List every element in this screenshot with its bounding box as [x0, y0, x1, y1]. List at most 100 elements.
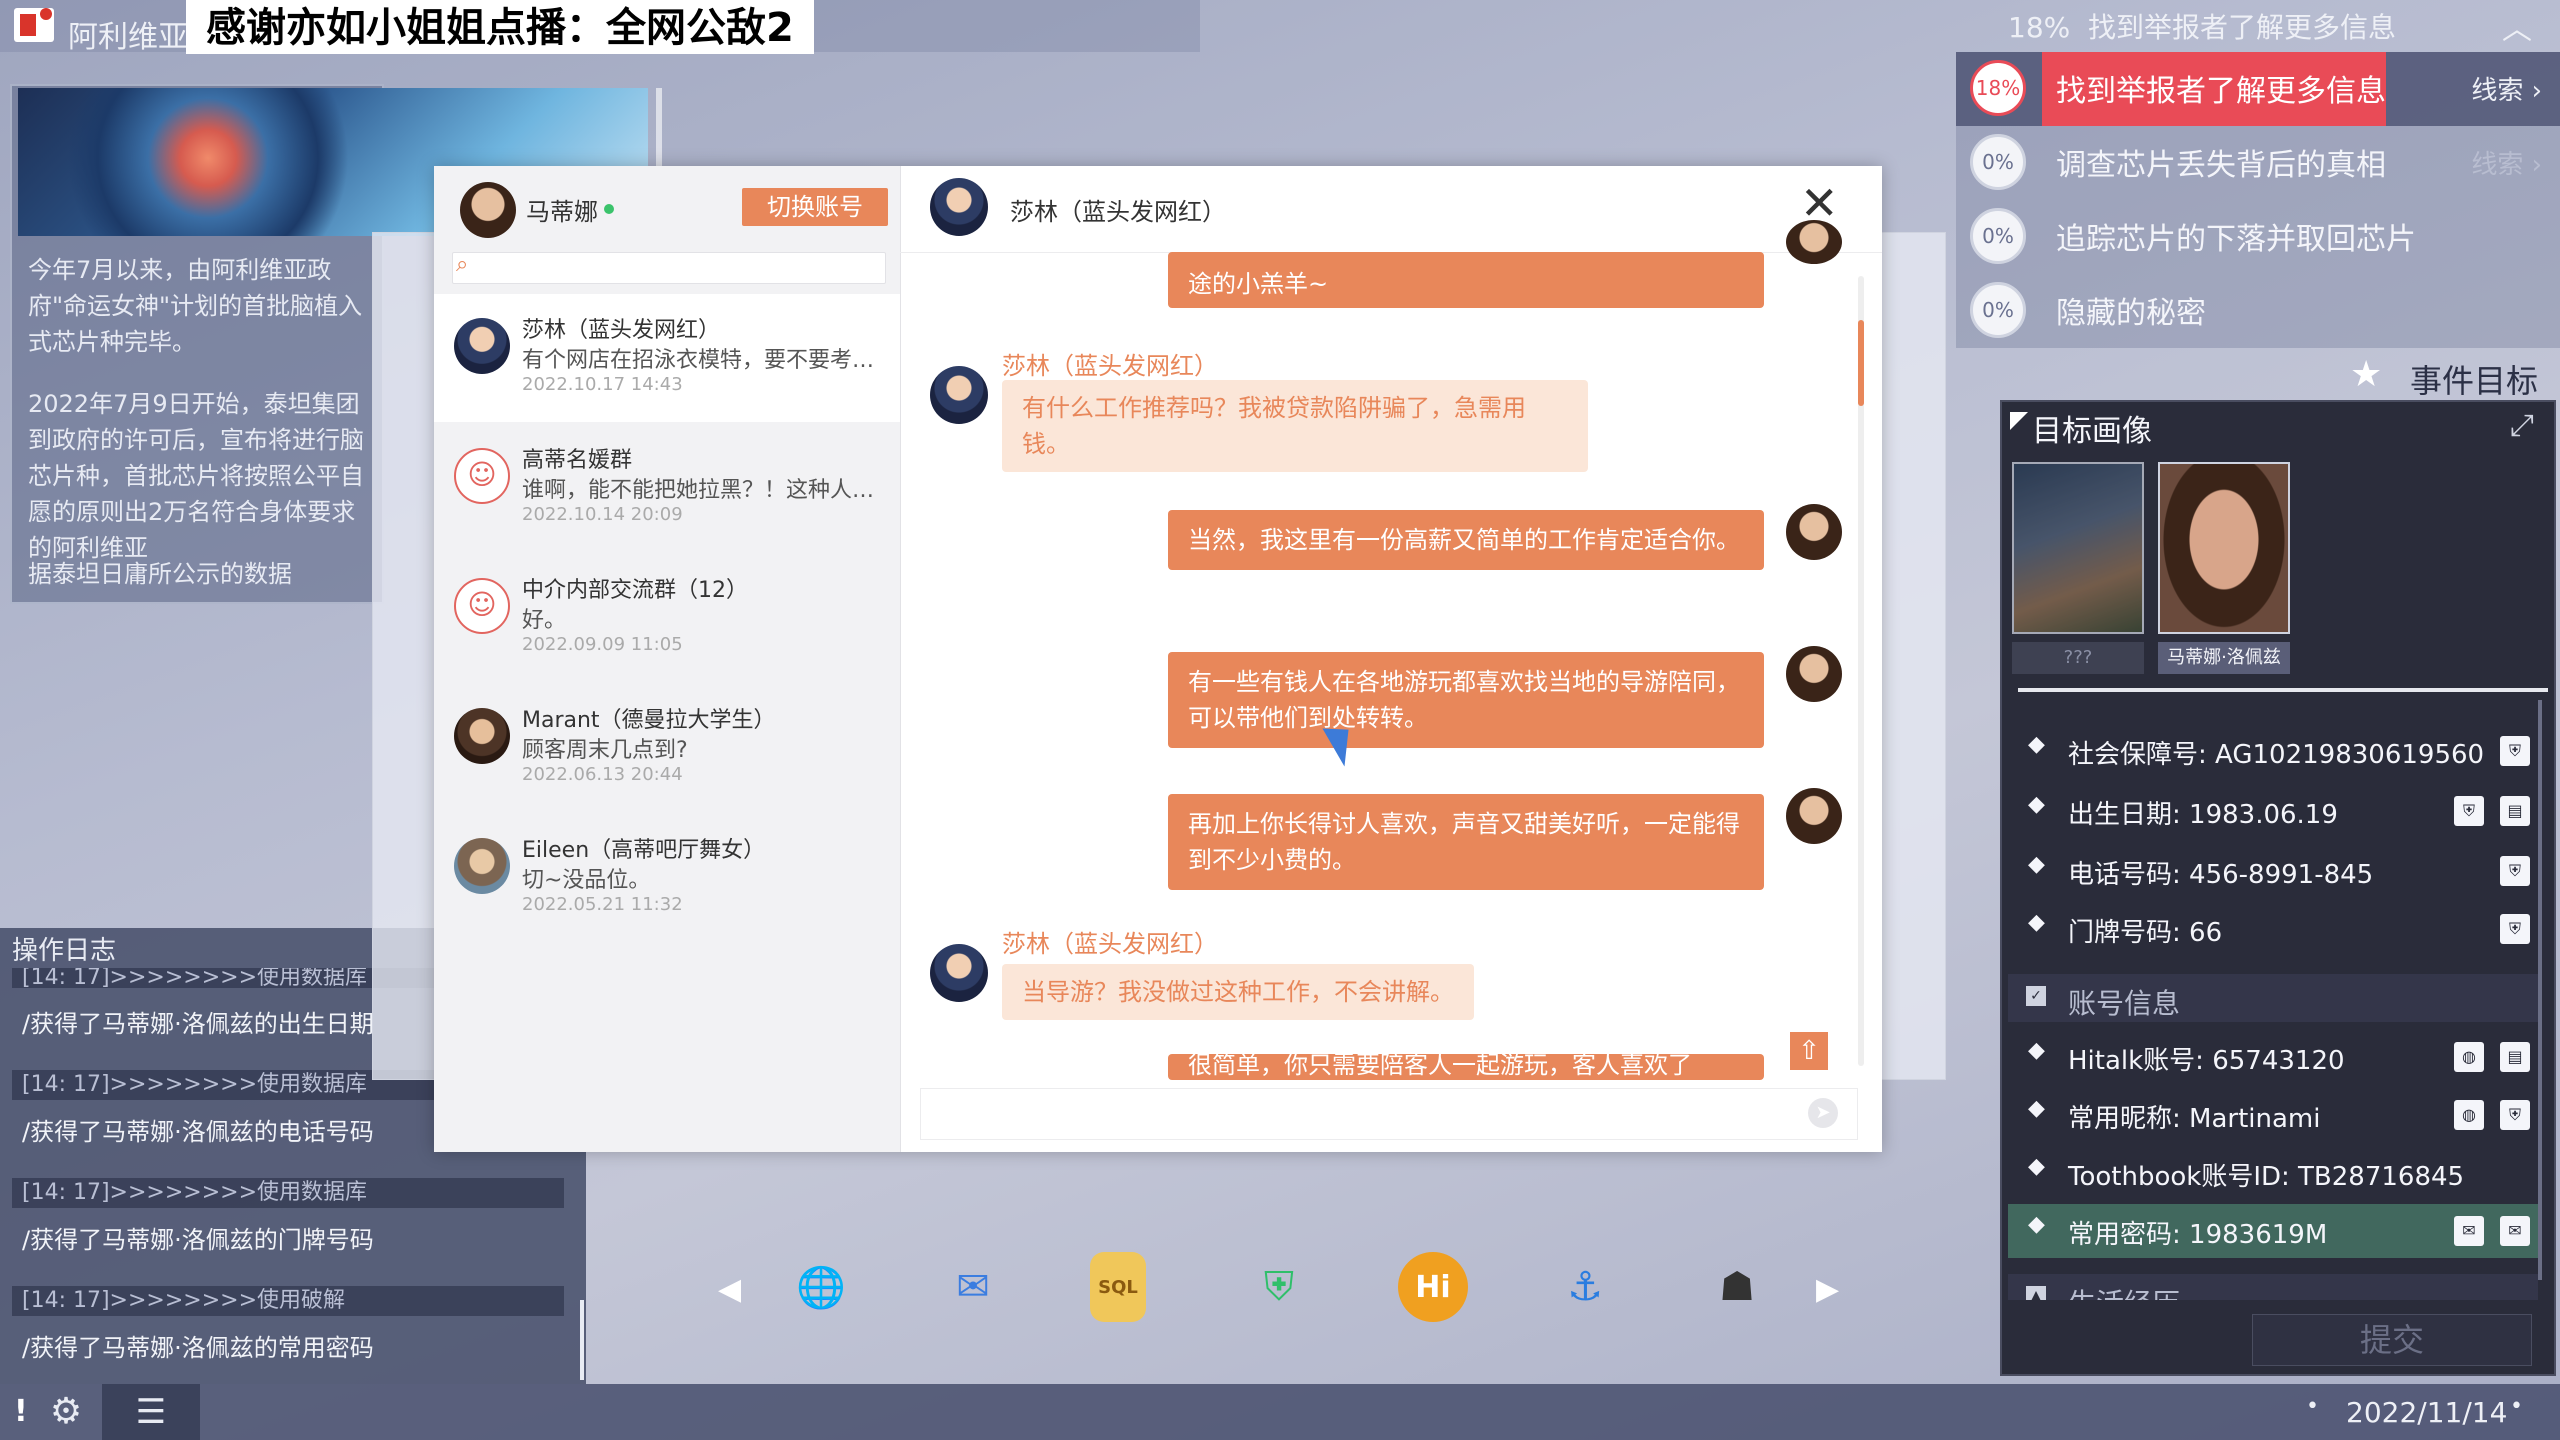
log-entry-body: /获得了马蒂娜·洛佩兹的常用密码 [22, 1334, 374, 1362]
section-title: 账号信息 [2068, 987, 2181, 1020]
settings-gear-icon[interactable]: ⚙ [40, 1390, 92, 1434]
partner-message-avatar [930, 944, 988, 1002]
hitalk-app-icon[interactable]: Hi [1398, 1252, 1468, 1322]
unknown-portrait[interactable] [2012, 462, 2144, 634]
contact-item[interactable]: ☺ 高蒂名媛群 谁啊，能不能把她拉黑？！这种人也能进群？ 2022.10.14 … [434, 424, 900, 552]
globe-tool-icon[interactable]: ◍ [2454, 1100, 2484, 1130]
objective-clue-link[interactable]: 线索 › [2471, 70, 2542, 107]
mail-tool-icon[interactable]: ✉ [2500, 1216, 2530, 1246]
info-text: 门牌号码: 66 [2068, 918, 2223, 948]
info-row: ◆ 常用昵称: Martinami ◍ ⛨ [2008, 1088, 2538, 1142]
life-experience-section[interactable]: ▲ 生活经历 [2008, 1274, 2538, 1300]
app-logo-icon [14, 8, 54, 42]
globe-app-icon[interactable]: 🌐 [786, 1252, 856, 1322]
info-text: 社会保障号: AG10219830619560 [2068, 740, 2485, 770]
scroll-to-top-icon[interactable]: ⇧ [1790, 1032, 1828, 1070]
dock-prev-arrow[interactable]: ◀ [718, 1272, 741, 1307]
outgoing-message: 再加上你长得讨人喜欢，声音又甜美好听，一定能得到不少小费的。 [1168, 794, 1764, 890]
section-title: 生活经历 [2068, 1282, 2180, 1300]
switch-account-button[interactable]: 切换账号 [742, 188, 888, 226]
fishhook-app-icon[interactable]: ⚓ [1550, 1252, 1620, 1322]
my-name: 马蒂娜 [526, 198, 598, 226]
shield-app-icon[interactable]: ⛨ [1244, 1252, 1314, 1322]
operation-log-scrollbar[interactable] [580, 1300, 584, 1380]
sql-app-icon[interactable]: SQL [1090, 1252, 1146, 1322]
objective-text: 调查芯片丢失背后的真相 [2056, 148, 2386, 183]
contact-item[interactable]: Eileen（高蒂吧厅舞女） 切~没品位。 2022.05.21 11:32 [434, 814, 900, 942]
objective-item[interactable]: 18% 找到举报者了解更多信息 线索 › [1956, 52, 2560, 126]
bullet-icon: ◆ [2028, 910, 2045, 935]
bullet-icon: ◆ [2028, 732, 2045, 757]
contact-name: Eileen（高蒂吧厅舞女） [522, 838, 766, 863]
hacker-hi-app-icon[interactable]: ☗ [1702, 1252, 1772, 1322]
chat-scrollbar-thumb[interactable] [1858, 320, 1864, 406]
close-icon[interactable]: ✕ [1800, 180, 1839, 226]
document-tool-icon[interactable]: ▤ [2500, 1042, 2530, 1072]
task-list-icon[interactable]: ☰ [102, 1384, 200, 1440]
objective-item[interactable]: 0% 隐藏的秘密 [1956, 274, 2560, 348]
send-icon[interactable]: ➤ [1808, 1098, 1838, 1128]
contact-name: 中介内部交流群（12） [522, 578, 748, 603]
document-tool-icon[interactable]: ▤ [2500, 796, 2530, 826]
account-info-section[interactable]: ✓ 账号信息 [2008, 974, 2538, 1022]
bullet-icon: ◆ [2028, 1154, 2045, 1179]
shield-tool-icon[interactable]: ⛨ [2500, 856, 2530, 886]
alert-icon[interactable]: ! [14, 1394, 28, 1429]
objective-item[interactable]: 0% 追踪芯片的下落并取回芯片 [1956, 200, 2560, 274]
objective-progress: 0% [1970, 134, 2026, 190]
system-date: 2022/11/14 [2346, 1396, 2508, 1429]
my-message-avatar [1786, 788, 1842, 844]
chat-tool-icon[interactable]: ✉ [2454, 1216, 2484, 1246]
contact-time: 2022.10.14 20:09 [522, 504, 683, 525]
collapse-chevron-icon[interactable]: ︿ [2502, 4, 2532, 48]
bullet-icon: ◆ [2028, 1038, 2045, 1063]
objective-progress: 18% [1970, 60, 2026, 116]
shield-tool-icon[interactable]: ⛨ [2500, 736, 2530, 766]
bullet-icon: ◆ [2028, 792, 2045, 817]
article-paragraph-1: 今年7月以来，由阿利维亚政府"命运女神"计划的首批脑植入式芯片种完毕。 [28, 256, 363, 356]
search-icon: ⌕ [456, 252, 469, 277]
portrait-label: ??? [2012, 642, 2144, 674]
globe-tool-icon[interactable]: ◍ [2454, 1042, 2484, 1072]
message-input[interactable] [920, 1088, 1858, 1140]
shield-tool-icon[interactable]: ⛨ [2500, 914, 2530, 944]
contact-item[interactable]: Marant（德曼拉大学生） 顾客周末几点到? 2022.06.13 20:44 [434, 684, 900, 812]
log-entry-body: /获得了马蒂娜·洛佩兹的出生日期 [22, 1010, 374, 1038]
incoming-message: 有什么工作推荐吗？我被贷款陷阱骗了，急需用钱。 [1002, 380, 1588, 472]
info-row: ◆ 社会保障号: AG10219830619560 ⛨ [2008, 724, 2538, 778]
article-paragraph-2: 2022年7月9日开始，泰坦集团到政府的许可后，宣布将进行脑芯片种，首批芯片将按… [28, 390, 364, 562]
martina-portrait[interactable] [2158, 462, 2290, 634]
contact-name: 高蒂名媛群 [522, 448, 633, 473]
objective-text: 追踪芯片的下落并取回芯片 [2056, 222, 2416, 257]
checkbox-icon: ✓ [2026, 986, 2046, 1006]
contact-last-message: 好。 [522, 608, 567, 633]
contact-search-input[interactable] [452, 252, 886, 284]
expand-icon[interactable]: ⤢ [2510, 408, 2534, 443]
contact-avatar [454, 708, 510, 764]
app-name: 阿利维亚 [68, 20, 188, 55]
contact-time: 2022.10.17 14:43 [522, 374, 683, 395]
chat-partner-avatar [930, 178, 988, 236]
event-goal-label[interactable]: 事件目标 [2410, 356, 2538, 402]
info-row: ◆ 电话号码: 456-8991-845 ⛨ [2008, 844, 2538, 898]
objective-summary: 18% 找到举报者了解更多信息 [2008, 6, 2396, 46]
objective-clue-link[interactable]: 线索 › [2471, 144, 2542, 181]
info-row: ◆ 常用密码: 1983619M ✉ ✉ [2008, 1204, 2538, 1258]
info-row: ◆ Toothbook账号ID: TB28716845 [2008, 1146, 2538, 1200]
objective-item[interactable]: 0% 调查芯片丢失背后的真相 线索 › [1956, 126, 2560, 200]
profile-scrollbar[interactable] [2538, 700, 2542, 1280]
mail-app-icon[interactable]: ✉ [938, 1252, 1008, 1322]
my-message-avatar [1786, 504, 1842, 560]
objective-summary-percent: 18% [2008, 11, 2071, 44]
contact-item[interactable]: 莎林（蓝头发网红） 有个网店在招泳衣模特，要不要考虑一下？ 2022.10.17… [434, 294, 900, 422]
bullet-icon: ◆ [2028, 1096, 2045, 1121]
my-message-avatar [1786, 220, 1842, 264]
dock-next-arrow[interactable]: ▶ [1816, 1272, 1839, 1307]
outgoing-message: 有一些有钱人在各地游玩都喜欢找当地的导游陪同，可以带他们到处转转。 [1168, 652, 1764, 748]
submit-button[interactable]: 提交 [2252, 1314, 2532, 1366]
info-row: ◆ 门牌号码: 66 ⛨ [2008, 902, 2538, 956]
shield-tool-icon[interactable]: ⛨ [2500, 1100, 2530, 1130]
shield-tool-icon[interactable]: ⛨ [2454, 796, 2484, 826]
my-message-avatar [1786, 646, 1842, 702]
contact-item[interactable]: ☺ 中介内部交流群（12） 好。 2022.09.09 11:05 [434, 554, 900, 682]
